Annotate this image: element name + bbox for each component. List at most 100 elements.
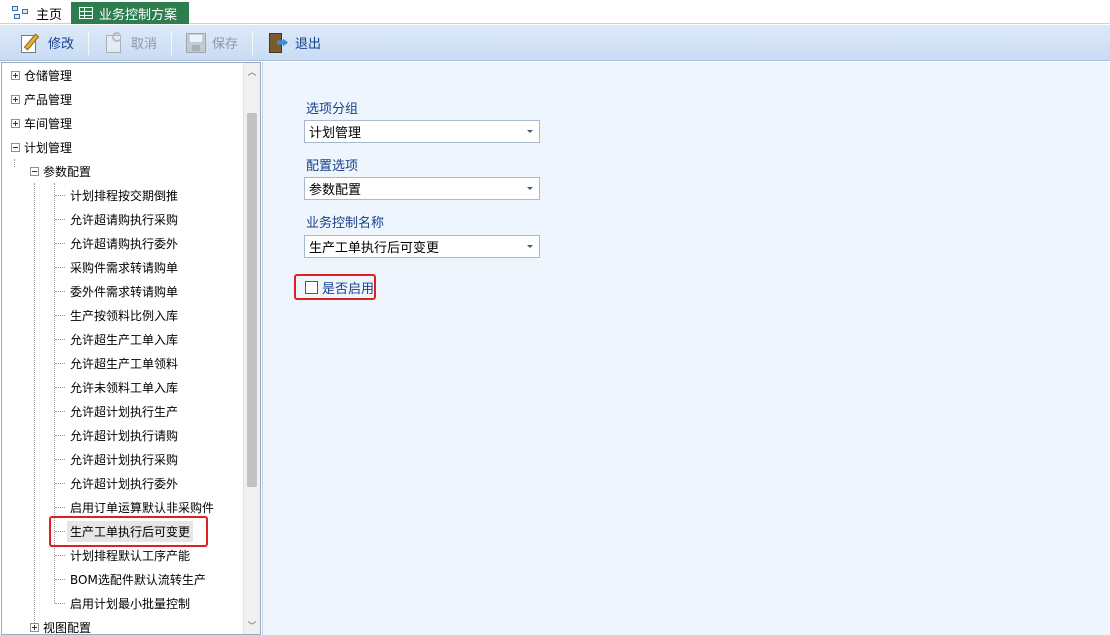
save-button[interactable]: 保存: [180, 28, 244, 58]
tree-leaf[interactable]: 计划排程默认工序产能: [55, 544, 193, 566]
config-option-label: 配置选项: [306, 159, 359, 174]
tree-leaf[interactable]: 生产按领料比例入库: [55, 304, 181, 326]
scroll-up-arrow-icon[interactable]: ︿: [244, 63, 260, 80]
tab-home[interactable]: 主页: [4, 2, 70, 24]
tree-leaf[interactable]: 允许超计划执行采购: [55, 448, 181, 470]
tree-leaf-label: BOM选配件默认流转生产: [70, 572, 206, 587]
tree-leaf[interactable]: 启用订单运算默认非采购件: [55, 496, 217, 518]
edit-button[interactable]: 修改: [14, 28, 80, 58]
tree-leaf-label: 允许超生产工单领料: [70, 356, 179, 371]
tab-home-label: 主页: [36, 7, 63, 23]
tree-node-workshop[interactable]: 车间管理: [11, 112, 72, 134]
tree-connector: [55, 506, 65, 508]
tree-connector: [55, 314, 65, 316]
tree-node-product[interactable]: 产品管理: [11, 88, 72, 110]
tree-leaf-label: 允许超计划执行委外: [70, 476, 179, 491]
dropdown-arrow-icon[interactable]: [521, 178, 539, 199]
tree-guide-line: [14, 159, 15, 167]
expand-plus-icon[interactable]: [11, 70, 20, 80]
tree-connector: [55, 266, 65, 268]
table-icon: [79, 7, 93, 19]
tree-leaf[interactable]: 采购件需求转请购单: [55, 256, 181, 278]
tree-leaf[interactable]: 允许未领料工单入库: [55, 376, 181, 398]
tree-leaf-label: 允许未领料工单入库: [70, 380, 179, 395]
tree-connector: [55, 242, 65, 244]
tab-bar: 主页 业务控制方案: [0, 0, 1110, 24]
control-name-value: 生产工单执行后可变更: [309, 241, 440, 256]
dropdown-arrow-icon[interactable]: [521, 236, 539, 257]
cancel-button[interactable]: 取消: [97, 28, 163, 58]
enabled-checkbox-label[interactable]: 是否启用: [322, 278, 374, 297]
tree-leaf-label: 允许超计划执行采购: [70, 452, 179, 467]
tree-connector: [55, 362, 65, 364]
control-name-label: 业务控制名称: [306, 216, 385, 231]
option-group-label: 选项分组: [306, 102, 359, 117]
tree-connector: [55, 410, 65, 412]
tree-leaf[interactable]: 允许超计划执行委外: [55, 472, 181, 494]
scrollbar-thumb[interactable]: [247, 113, 257, 487]
tree-node-label: 计划管理: [24, 140, 73, 155]
tree-scrollbar[interactable]: ︿ ﹀: [243, 63, 260, 634]
exit-button-label: 退出: [295, 37, 322, 52]
config-option-value: 参数配置: [309, 183, 362, 198]
save-button-label: 保存: [212, 37, 239, 52]
tree-connector: [55, 194, 65, 196]
tree-node-planning[interactable]: 计划管理: [11, 136, 72, 158]
tree-connector: [55, 458, 65, 460]
tab-business-control[interactable]: 业务控制方案: [71, 2, 190, 24]
dropdown-arrow-icon[interactable]: [521, 121, 539, 142]
tree-connector: [55, 578, 65, 580]
tree-leaf-label: 启用计划最小批量控制: [70, 596, 191, 611]
detail-form: 选项分组 计划管理 配置选项 参数配置 业务控制名称 生产工单执行后可变更 是否…: [262, 62, 1110, 635]
expand-plus-icon[interactable]: [11, 94, 20, 104]
tree-node-label: 参数配置: [43, 164, 92, 179]
tree-node-param-config[interactable]: 参数配置: [30, 160, 91, 182]
config-option-combo[interactable]: 参数配置: [304, 177, 540, 200]
tree-guide-line: [34, 183, 35, 623]
undo-icon: [103, 31, 125, 54]
tree-leaf-label: 启用订单运算默认非采购件: [70, 500, 215, 515]
tree-node-view-config[interactable]: 视图配置: [30, 616, 92, 635]
expand-plus-icon[interactable]: [11, 118, 20, 128]
tree-leaf-selected[interactable]: 生产工单执行后可变更: [55, 520, 194, 542]
option-group-combo[interactable]: 计划管理: [304, 120, 540, 143]
scroll-down-arrow-icon[interactable]: ﹀: [244, 617, 260, 634]
exit-button[interactable]: 退出: [261, 28, 327, 58]
tree-node-label: 产品管理: [24, 92, 73, 107]
tree-leaf[interactable]: 允许超计划执行生产: [55, 400, 181, 422]
tree-leaf[interactable]: 委外件需求转请购单: [55, 280, 181, 302]
enabled-checkbox[interactable]: [305, 280, 318, 294]
toolbar-separator: [88, 30, 90, 55]
exit-door-icon: [267, 32, 289, 54]
tree-leaf-label: 委外件需求转请购单: [70, 284, 179, 299]
tree-leaf[interactable]: 允许超生产工单入库: [55, 328, 181, 350]
tree-node-label: 仓储管理: [24, 68, 73, 83]
tree-node-label: 车间管理: [24, 116, 73, 131]
tree-leaf-label: 生产按领料比例入库: [70, 308, 179, 323]
tab-business-control-label: 业务控制方案: [99, 7, 178, 23]
tree-leaf[interactable]: BOM选配件默认流转生产: [55, 568, 209, 590]
home-tree-icon: [12, 6, 30, 20]
tree-leaf[interactable]: 允许超请购执行委外: [55, 232, 181, 254]
save-icon: [186, 32, 207, 53]
tree-leaf[interactable]: 允许超计划执行请购: [55, 424, 181, 446]
tree-leaf[interactable]: 允许超生产工单领料: [55, 352, 181, 374]
tree-leaf-label: 允许超计划执行生产: [70, 404, 179, 419]
tree-connector: [55, 602, 65, 604]
tree-connector: [55, 290, 65, 292]
tree-connector: [55, 338, 65, 340]
tree-connector: [55, 386, 65, 388]
tree-node-label: 视图配置: [43, 620, 92, 635]
edit-button-label: 修改: [48, 37, 75, 52]
control-name-combo[interactable]: 生产工单执行后可变更: [304, 235, 540, 258]
tree-leaf[interactable]: 计划排程按交期倒推: [55, 184, 181, 206]
collapse-minus-icon[interactable]: [11, 142, 20, 152]
tree-leaf[interactable]: 启用计划最小批量控制: [55, 592, 193, 614]
tree-leaf[interactable]: 允许超请购执行采购: [55, 208, 181, 230]
collapse-minus-icon[interactable]: [30, 166, 39, 176]
tree-node-warehouse[interactable]: 仓储管理: [11, 64, 72, 86]
toolbar-separator: [252, 30, 254, 55]
expand-plus-icon[interactable]: [30, 622, 39, 632]
option-group-value: 计划管理: [309, 126, 362, 141]
tree-connector: [55, 482, 65, 484]
